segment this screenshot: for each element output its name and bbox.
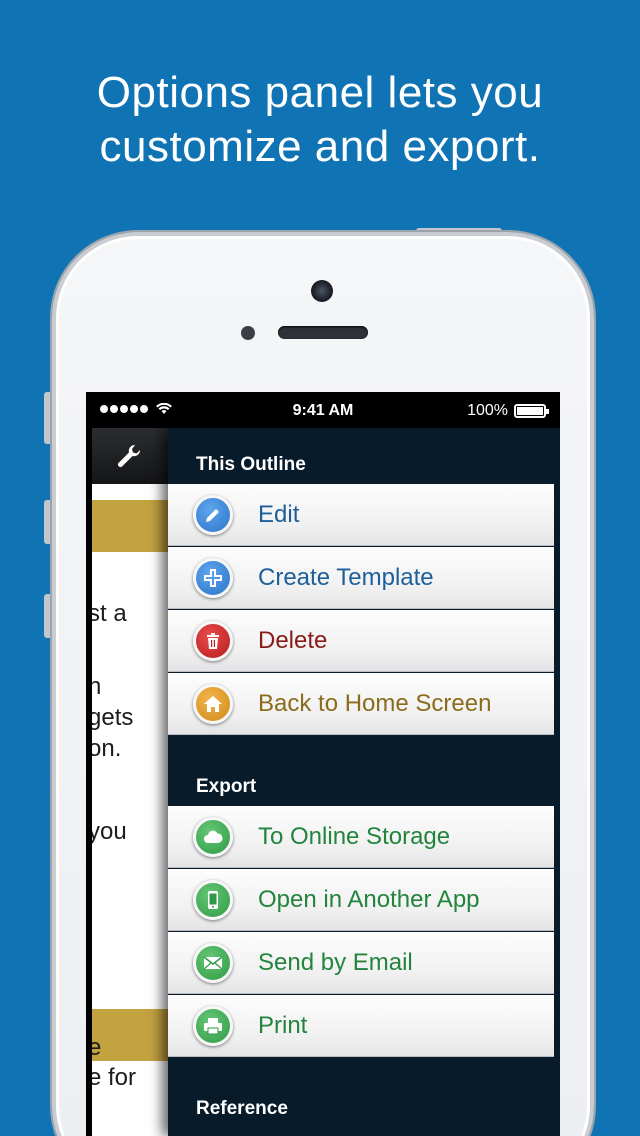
document-text: on. <box>92 735 122 762</box>
heading-bar <box>92 1009 168 1061</box>
headline-line-2: customize and export. <box>99 122 541 171</box>
menu-item-label: Delete <box>258 627 328 654</box>
phone-icon <box>193 880 233 920</box>
section-header-this-outline: This Outline <box>196 454 306 475</box>
volume-down-button <box>44 594 52 638</box>
document-text: e for <box>92 1064 137 1091</box>
earpiece-speaker <box>278 326 368 339</box>
menu-item-back-to-home[interactable]: Back to Home Screen <box>168 673 554 735</box>
menu-item-edit[interactable]: Edit <box>168 484 554 546</box>
document-text: gets <box>92 704 134 731</box>
document-text: st a <box>92 600 127 627</box>
section-header-reference: Reference <box>196 1098 288 1119</box>
battery-icon <box>514 404 549 418</box>
menu-item-label: Edit <box>258 501 300 528</box>
menu-item-label: Send by Email <box>258 949 413 976</box>
options-panel: This Outline Edit Create Template Delete… <box>168 428 560 1136</box>
menu-item-open-in-another-app[interactable]: Open in Another App <box>168 869 554 931</box>
proximity-sensor <box>241 326 255 340</box>
menu-item-label: Create Template <box>258 564 434 591</box>
status-bar: 9:41 AM 100% <box>86 392 560 428</box>
heading-bar <box>92 500 168 552</box>
front-camera <box>311 280 333 302</box>
mute-switch <box>44 392 52 444</box>
wrench-icon[interactable] <box>116 443 142 469</box>
menu-item-label: To Online Storage <box>258 823 451 850</box>
document-toolbar <box>92 428 168 484</box>
menu-item-create-template[interactable]: Create Template <box>168 547 554 609</box>
printer-icon <box>193 1006 233 1046</box>
home-icon <box>193 684 233 724</box>
headline-line-1: Options panel lets you <box>96 68 544 117</box>
headline: Options panel lets you customize and exp… <box>0 66 640 174</box>
plus-icon <box>193 558 233 598</box>
menu-item-delete[interactable]: Delete <box>168 610 554 672</box>
menu-item-label: Open in Another App <box>258 886 480 913</box>
envelope-icon <box>193 943 233 983</box>
phone-screen: 9:41 AM 100% st a n gets on. you e e for… <box>86 392 560 1136</box>
volume-up-button <box>44 500 52 544</box>
document-text: e <box>92 1034 102 1061</box>
menu-item-label: Print <box>258 1012 308 1039</box>
menu-item-label: Back to Home Screen <box>258 690 492 717</box>
document-text: you <box>92 818 127 845</box>
menu-item-send-by-email[interactable]: Send by Email <box>168 932 554 994</box>
outline-document-panel[interactable]: st a n gets on. you e e for <box>92 428 168 1136</box>
battery-status: 100% <box>467 402 549 420</box>
cloud-icon <box>193 817 233 857</box>
menu-item-online-storage[interactable]: To Online Storage <box>168 806 554 868</box>
menu-item-print[interactable]: Print <box>168 995 554 1057</box>
pencil-icon <box>193 495 233 535</box>
battery-percent: 100% <box>467 402 508 419</box>
section-header-export: Export <box>196 776 257 797</box>
trash-icon <box>193 621 233 661</box>
document-text: n <box>92 673 102 700</box>
